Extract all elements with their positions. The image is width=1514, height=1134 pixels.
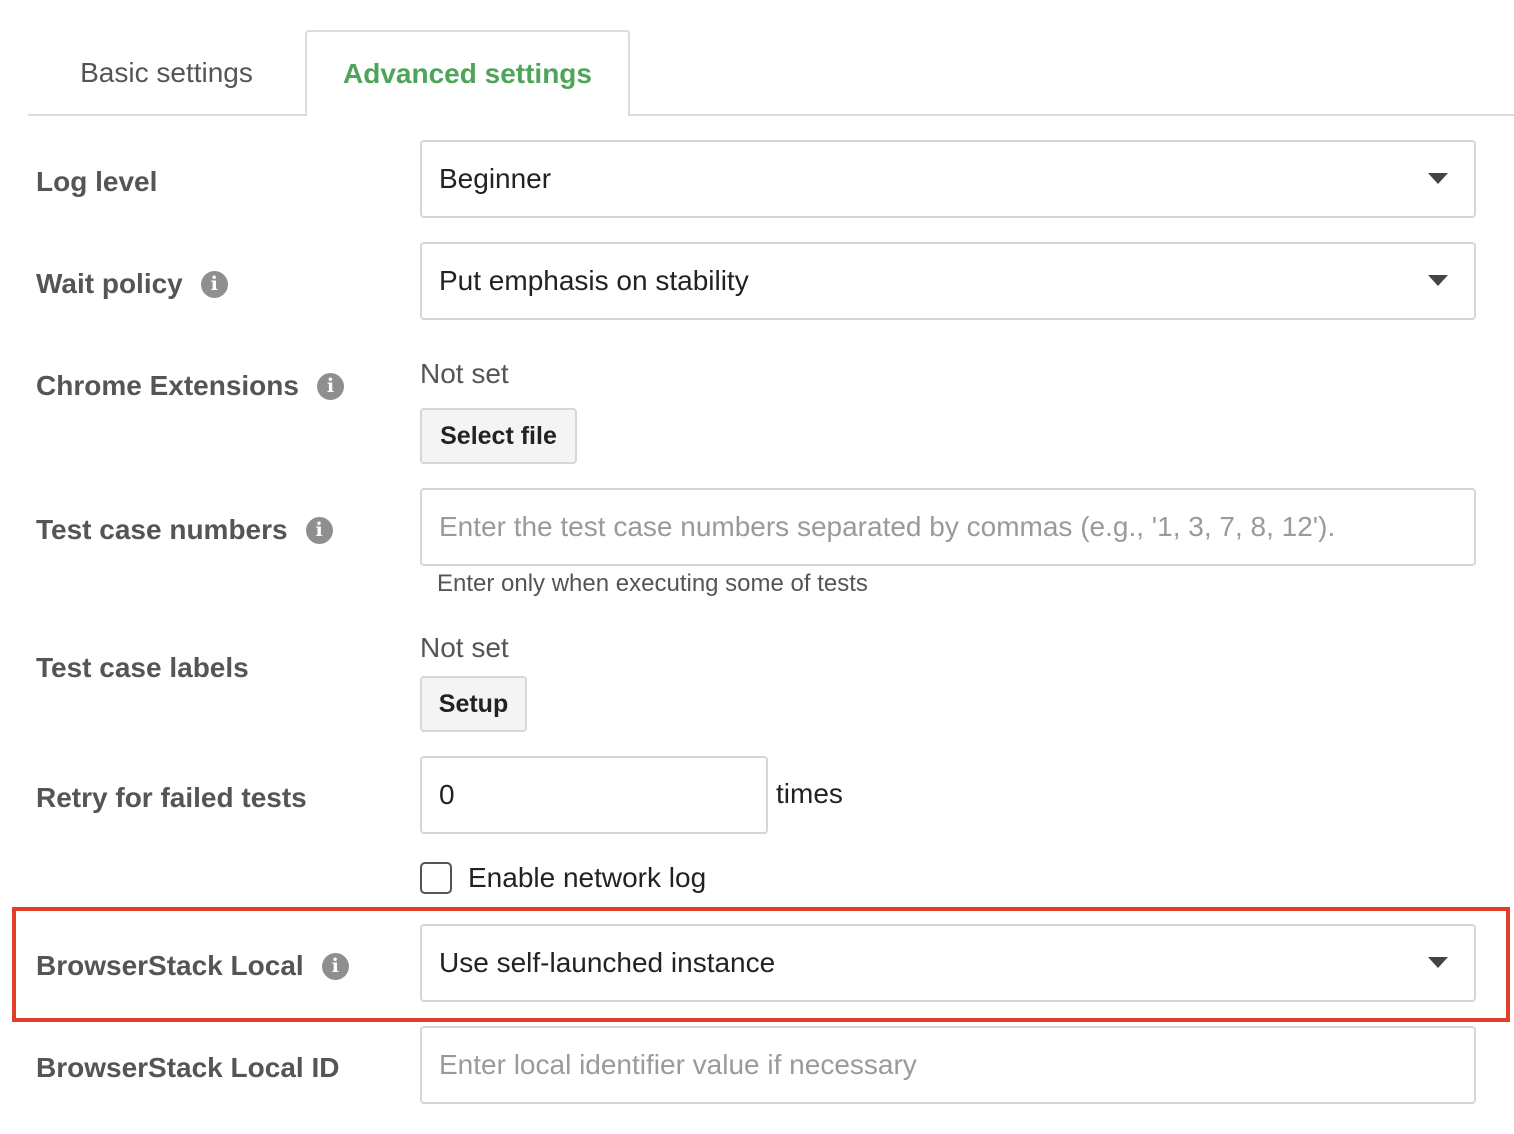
test-case-numbers-label: Test case numbers i bbox=[36, 510, 333, 550]
retry-count-input[interactable]: 0 bbox=[420, 756, 768, 834]
caret-down-icon bbox=[1428, 957, 1448, 968]
browserstack-local-select[interactable]: Use self-launched instance bbox=[420, 924, 1476, 1002]
retry-count-value: 0 bbox=[439, 779, 455, 810]
log-level-select[interactable]: Beginner bbox=[420, 140, 1476, 218]
browserstack-local-id-input[interactable]: Enter local identifier value if necessar… bbox=[420, 1026, 1476, 1104]
info-icon[interactable]: i bbox=[305, 516, 333, 544]
advanced-settings-page: Basic settings Advanced settings Log lev… bbox=[0, 0, 1514, 1134]
chrome-extensions-label: Chrome Extensions i bbox=[36, 366, 344, 406]
info-icon[interactable]: i bbox=[200, 270, 228, 298]
setup-button[interactable]: Setup bbox=[420, 676, 527, 732]
test-case-numbers-hint: Enter only when executing some of tests bbox=[437, 570, 868, 597]
browserstack-local-label-text: BrowserStack Local bbox=[36, 950, 304, 981]
browserstack-local-value: Use self-launched instance bbox=[439, 947, 776, 978]
tab-basic-settings[interactable]: Basic settings bbox=[28, 30, 305, 116]
network-log-option[interactable]: Enable network log bbox=[420, 862, 706, 894]
retry-label: Retry for failed tests bbox=[36, 778, 307, 818]
wait-policy-select[interactable]: Put emphasis on stability bbox=[420, 242, 1476, 320]
wait-policy-label-text: Wait policy bbox=[36, 268, 183, 299]
retry-label-text: Retry for failed tests bbox=[36, 782, 307, 813]
log-level-value: Beginner bbox=[439, 163, 552, 194]
network-log-checkbox[interactable] bbox=[420, 862, 452, 894]
test-case-numbers-input[interactable]: Enter the test case numbers separated by… bbox=[420, 488, 1476, 566]
log-level-label: Log level bbox=[36, 162, 157, 202]
test-case-labels-label-text: Test case labels bbox=[36, 652, 249, 683]
info-icon[interactable]: i bbox=[316, 372, 344, 400]
test-case-labels-status: Not set bbox=[420, 632, 509, 663]
wait-policy-value: Put emphasis on stability bbox=[439, 265, 749, 296]
browserstack-local-label: BrowserStack Local i bbox=[36, 946, 349, 986]
test-case-numbers-placeholder: Enter the test case numbers separated by… bbox=[439, 511, 1336, 542]
browserstack-local-id-label: BrowserStack Local ID bbox=[36, 1048, 339, 1088]
test-case-labels-label: Test case labels bbox=[36, 648, 249, 688]
network-log-label: Enable network log bbox=[468, 862, 707, 893]
caret-down-icon bbox=[1428, 173, 1448, 184]
select-file-button[interactable]: Select file bbox=[420, 408, 577, 464]
browserstack-local-id-label-text: BrowserStack Local ID bbox=[36, 1052, 340, 1083]
info-icon[interactable]: i bbox=[321, 952, 349, 980]
wait-policy-label: Wait policy i bbox=[36, 264, 228, 304]
retry-times-suffix: times bbox=[776, 778, 843, 809]
chrome-extensions-label-text: Chrome Extensions bbox=[36, 370, 299, 401]
chrome-extensions-status: Not set bbox=[420, 358, 509, 389]
caret-down-icon bbox=[1428, 275, 1448, 286]
tab-advanced-settings[interactable]: Advanced settings bbox=[305, 30, 630, 116]
log-level-label-text: Log level bbox=[36, 166, 158, 197]
test-case-numbers-label-text: Test case numbers bbox=[36, 514, 288, 545]
browserstack-local-id-placeholder: Enter local identifier value if necessar… bbox=[439, 1049, 917, 1080]
